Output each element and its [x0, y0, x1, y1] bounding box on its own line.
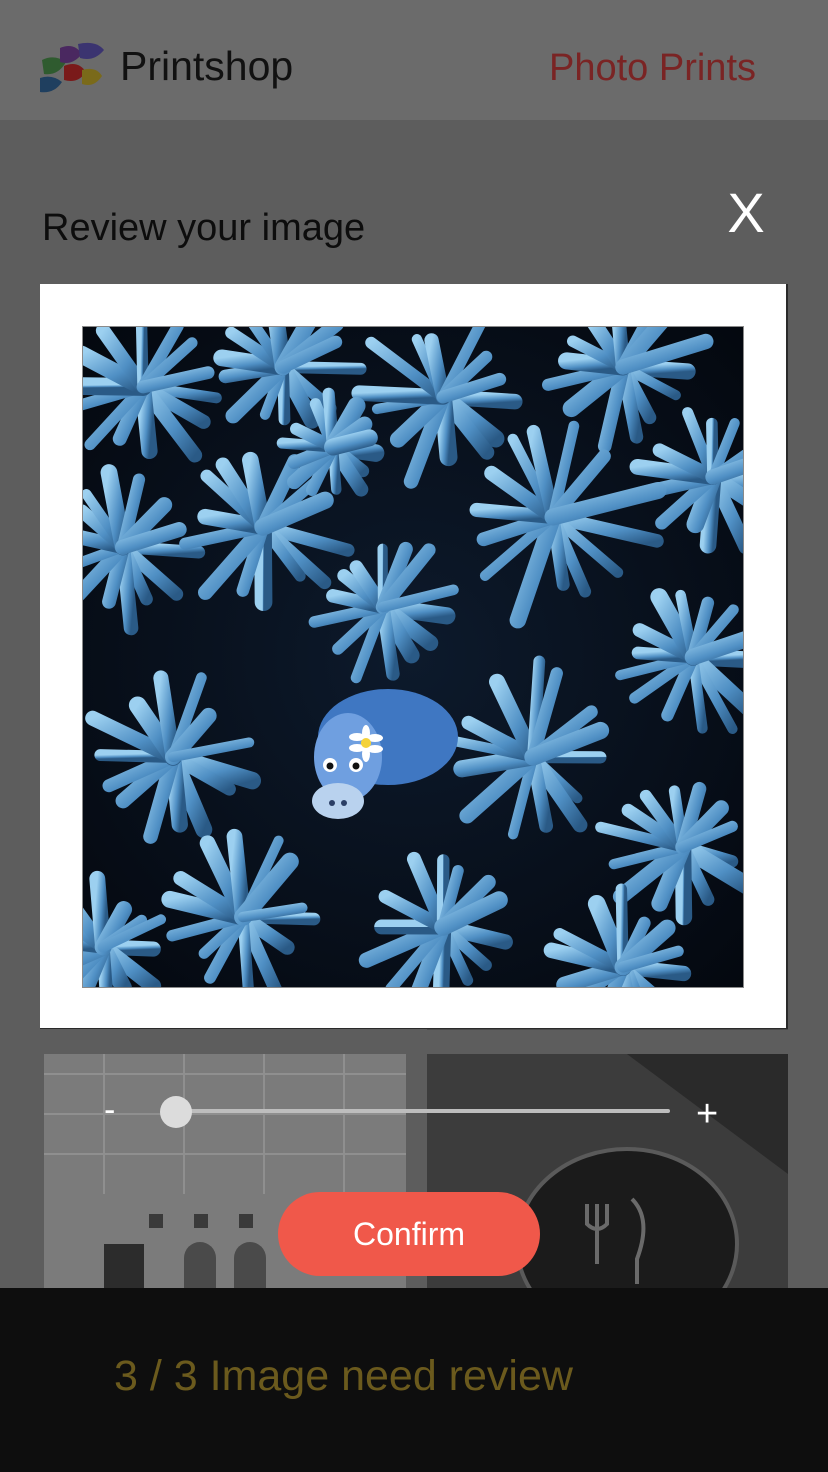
app-header: Printshop Photo Prints	[0, 0, 828, 120]
zoom-slider-track[interactable]	[176, 1109, 670, 1113]
review-status-bar: 3 / 3 Image need review	[0, 1288, 828, 1472]
zoom-slider-thumb[interactable]	[160, 1096, 192, 1128]
printshop-logo-icon[interactable]	[38, 40, 106, 94]
close-button[interactable]: X	[718, 180, 774, 246]
modal-title: Review your image	[42, 207, 366, 249]
photo-blue-succulent-with-plush-toy[interactable]	[82, 326, 744, 988]
confirm-button[interactable]: Confirm	[278, 1192, 540, 1276]
succulent-leaf	[324, 429, 378, 456]
zoom-in-button[interactable]: +	[696, 1094, 718, 1134]
zoom-out-button[interactable]: -	[104, 1090, 115, 1130]
photo-prints-link[interactable]: Photo Prints	[549, 44, 756, 92]
image-preview-frame	[40, 284, 788, 1029]
review-status-text: 3 / 3 Image need review	[114, 1352, 573, 1400]
brand-name: Printshop	[120, 43, 294, 89]
